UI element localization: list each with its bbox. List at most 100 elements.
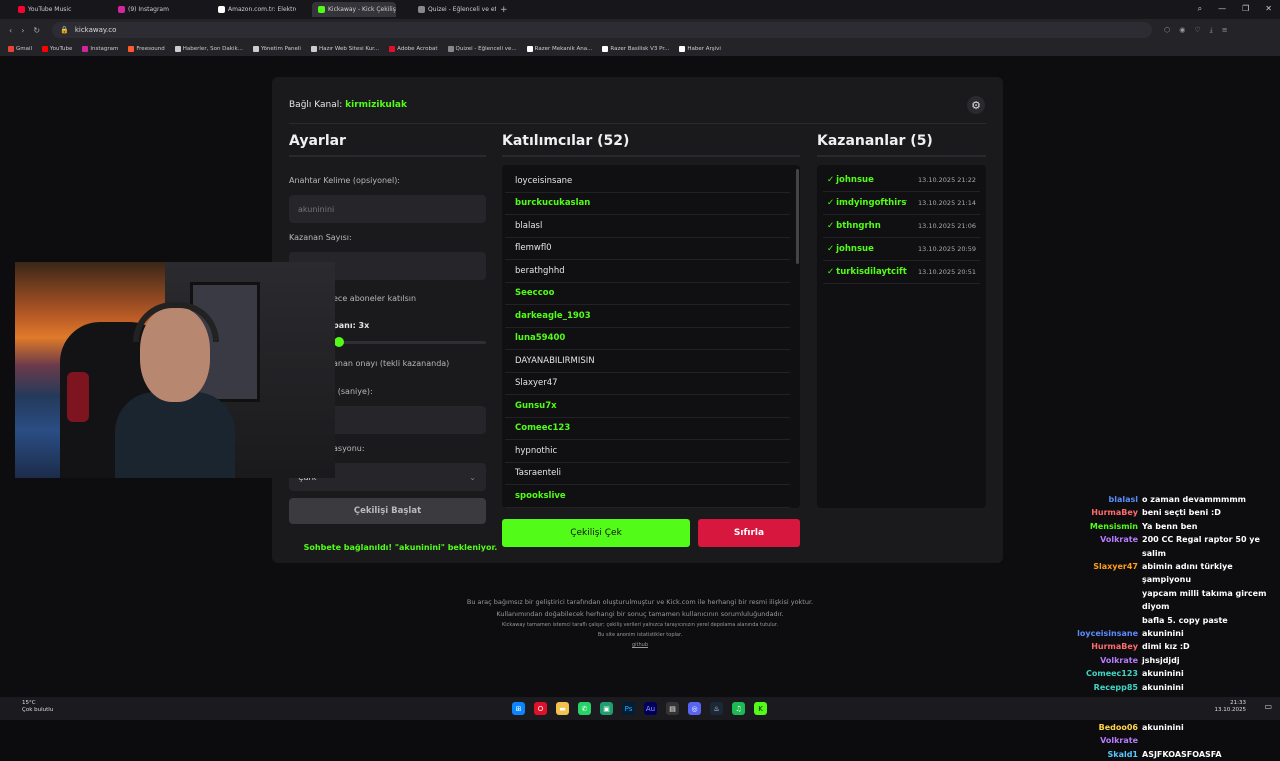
bookmark-label: YouTube	[50, 45, 73, 52]
menu-icon[interactable]: ≡	[1222, 26, 1228, 35]
discord-icon[interactable]: ◎	[688, 702, 701, 715]
weather-text: Çok bulutlu	[22, 707, 54, 713]
participants-underline	[502, 155, 800, 157]
browser-tab-bar: YouTube Music (9) Instagram Amazon.com.tr:…	[0, 0, 1280, 19]
tab-label: Amazon.com.tr: Elektronik	[228, 6, 296, 13]
bookmark-label: Yönetim Paneli	[260, 45, 301, 52]
forward-icon[interactable]: ›	[21, 26, 24, 35]
chat-text: abimin adını türkiye şampiyonu	[1142, 562, 1233, 585]
participant-row: Slaxyer47	[505, 373, 790, 395]
bookmark-item[interactable]: Gmail	[8, 45, 32, 52]
bookmark-label: Hazır Web Sitesi Kur...	[318, 45, 380, 52]
close-icon[interactable]: ✕	[1265, 4, 1272, 14]
clock[interactable]: 21:33 13.10.2025	[1215, 700, 1247, 714]
notification-icon[interactable]: ▭	[1264, 702, 1272, 711]
bookmark-item[interactable]: YouTube	[42, 45, 73, 52]
heart-icon[interactable]: ♡	[1194, 26, 1200, 35]
new-tab-button[interactable]: +	[500, 5, 508, 15]
browser-tab[interactable]: (9) Instagram	[112, 2, 196, 17]
spotify-icon[interactable]: ♫	[732, 702, 745, 715]
winner-row: ✓ johnsue 13.10.2025 21:22	[823, 169, 980, 192]
check-icon: ✓	[827, 267, 835, 277]
download-icon[interactable]: ⤓	[1210, 26, 1213, 35]
winner-name: ✓ johnsue	[827, 244, 874, 254]
winner-name-text: bthngrhn	[836, 221, 881, 231]
slider-thumb[interactable]	[334, 337, 344, 347]
bookmark-item[interactable]: Yönetim Paneli	[252, 45, 301, 52]
winners-list: ✓ johnsue 13.10.2025 21:22 ✓ imdyingofthirst…	[817, 165, 986, 508]
bookmark-item[interactable]: Adobe Acrobat	[389, 45, 438, 52]
chat-message: HurmaBey beni seçti beni :D	[1040, 506, 1280, 519]
bookmark-item[interactable]: Razer Mekanik Ana...	[526, 45, 593, 52]
chat-message: Recepp85 akuninini	[1040, 681, 1280, 694]
tab-favicon-icon	[318, 6, 325, 13]
bookmark-label: Razer Mekanik Ana...	[534, 45, 593, 52]
winner-name: ✓ johnsue	[827, 175, 874, 185]
app-card: Bağlı Kanal: kirmizikulak ⚙ Ayarlar Anah…	[272, 77, 1003, 563]
minimize-icon[interactable]: —	[1218, 4, 1226, 14]
bookmark-item[interactable]: Quizei - Eğlenceli ve...	[447, 45, 517, 52]
bookmark-item[interactable]: Freesound	[128, 45, 165, 52]
winner-name-text: johnsue	[836, 175, 874, 185]
chat-message: Bedoo06 akuninini	[1040, 721, 1280, 734]
kick-icon[interactable]: K	[754, 702, 767, 715]
bookmark-item[interactable]: Haber Arşivi	[679, 45, 721, 52]
winner-name: ✓turkisdilaytcift...	[827, 267, 907, 277]
participant-row: burckucukaslan	[505, 193, 790, 215]
app-icon[interactable]: ▤	[666, 702, 679, 715]
chat-message: Volkrate jshsjdjdj	[1040, 654, 1280, 667]
browser-tab[interactable]: Quizei - Eğlenceli ve etkil	[412, 2, 496, 17]
back-icon[interactable]: ‹	[9, 26, 12, 35]
bookmark-label: Haber Arşivi	[687, 45, 721, 52]
participant-row: flemwfl0	[505, 238, 790, 260]
extension-icon[interactable]: ⬡	[1164, 26, 1170, 35]
tab-label: Kickaway - Kick Çekiliş Aracı	[328, 6, 396, 13]
participant-row: berathghhd	[505, 260, 790, 283]
browser-tab[interactable]: Amazon.com.tr: Elektronik	[212, 2, 296, 17]
chat-text: yapcam milli takıma gircem diyom	[1142, 588, 1267, 612]
steam-icon[interactable]: ♨	[710, 702, 723, 715]
check-icon: ✓	[827, 198, 835, 208]
bookmark-item[interactable]: Razer Basilisk V3 Pr...	[602, 45, 669, 52]
reload-icon[interactable]: ↻	[33, 26, 40, 35]
keyword-input[interactable]: akuninini	[289, 195, 486, 223]
opera-icon[interactable]: O	[534, 702, 547, 715]
chat-message: Volkrate 200 CC Regal raptor 50 ye salim	[1040, 533, 1280, 560]
start-raffle-button[interactable]: Çekilişi Başlat	[289, 498, 486, 524]
chat-username	[1040, 614, 1142, 627]
whatsapp-icon[interactable]: ✆	[578, 702, 591, 715]
bookmark-label: Freesound	[136, 45, 165, 52]
winner-date: 13.10.2025 21:22	[917, 176, 976, 184]
chat-username: Bedoo06	[1098, 722, 1138, 732]
start-icon[interactable]: ⊞	[512, 702, 525, 715]
maximize-icon[interactable]: ❐	[1242, 4, 1249, 14]
folder-icon[interactable]: ▬	[556, 702, 569, 715]
taskbar-apps: ⊞ O ▬ ✆ ▣ Ps Au ▤ ◎ ♨ ♫ K	[512, 702, 767, 715]
time: 21:33	[1230, 700, 1246, 706]
settings-gear-icon[interactable]: ⚙	[967, 96, 985, 114]
search-icon[interactable]: ⌕	[1198, 4, 1202, 14]
channel-row: Bağlı Kanal: kirmizikulak	[289, 100, 407, 110]
bookmark-item[interactable]: Instagram	[82, 45, 118, 52]
url-input[interactable]: 🔒 kickaway.co	[52, 22, 1153, 38]
bookmark-favicon-icon	[679, 45, 686, 52]
chat-text: bafla 5. copy paste	[1142, 615, 1228, 625]
scrollbar[interactable]	[796, 169, 799, 264]
browser-tab[interactable]: YouTube Music	[12, 2, 96, 17]
reset-button[interactable]: Sıfırla	[698, 519, 800, 547]
subs-only-label: ece aboneler katılsın	[333, 294, 417, 303]
audition-icon[interactable]: Au	[644, 702, 657, 715]
draw-button[interactable]: Çekilişi Çek	[502, 519, 690, 547]
camera-icon[interactable]: ◉	[1179, 26, 1185, 35]
bookmarks-bar: Gmail YouTube Instagram Freesound Haberler, …	[0, 41, 1280, 56]
bookmark-item[interactable]: Hazır Web Sitesi Kur...	[310, 45, 380, 52]
bookmark-item[interactable]: Haberler, Son Dakik...	[174, 45, 243, 52]
app-icon[interactable]: ▣	[600, 702, 613, 715]
chat-username	[1040, 587, 1142, 614]
participants-list[interactable]: loyceisinsane burckucukaslan blalasl flemwf…	[502, 165, 800, 508]
browser-tab[interactable]: Kickaway - Kick Çekiliş Aracı	[312, 2, 396, 17]
photoshop-icon[interactable]: Ps	[622, 702, 635, 715]
winner-date: 13.10.2025 20:51	[917, 268, 976, 276]
bookmark-favicon-icon	[82, 45, 89, 52]
weather-widget[interactable]: 15°C Çok bulutlu	[8, 700, 53, 714]
